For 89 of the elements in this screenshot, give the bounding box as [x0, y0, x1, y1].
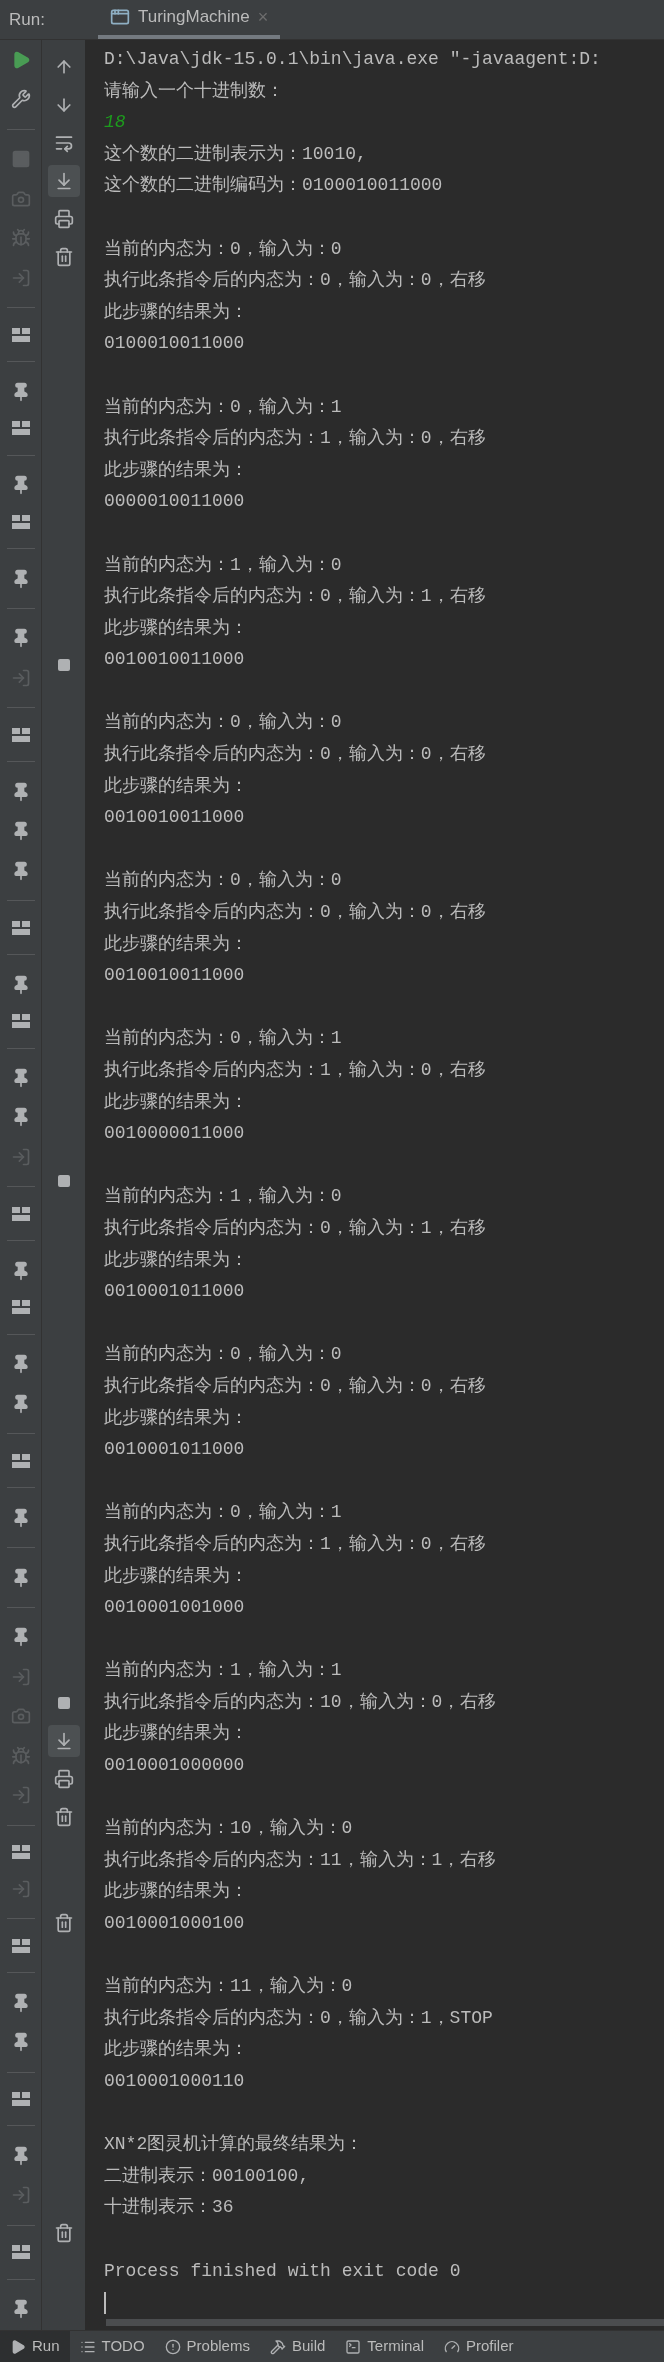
console-line: 0010010011000 [104, 964, 246, 988]
console-line: 当前的内态为：1，输入为：0 [104, 1185, 343, 1209]
console-line: XN*2图灵机计算的最终结果为： [104, 2133, 365, 2157]
console-line: 当前的内态为：0，输入为：0 [104, 711, 343, 735]
layout-icon[interactable] [11, 514, 30, 529]
console-line: 0100010011000 [104, 332, 246, 356]
console-line: 0010001000000 [104, 1754, 246, 1778]
console-line: 当前的内态为：1，输入为：1 [104, 1659, 343, 1683]
hammer-icon [269, 2338, 286, 2355]
layout-icon[interactable] [11, 1300, 30, 1315]
gauge-icon [444, 2338, 460, 2355]
tool-window-tab[interactable]: TODO [69, 2331, 155, 2362]
console-line: Process finished with exit code 0 [104, 2259, 462, 2283]
console-line: 此步骤的结果为： [104, 1406, 249, 1430]
layout-icon[interactable] [11, 1453, 30, 1468]
console-line: 当前的内态为：0，输入为：1 [104, 395, 343, 419]
console-line: 执行此条指令后的内态为：10，输入为：0，右移 [104, 1690, 498, 1714]
console-line: 此步骤的结果为： [104, 2038, 249, 2062]
console-line: 当前的内态为：11，输入为：0 [104, 1975, 354, 1999]
console-line: 执行此条指令后的内态为：0，输入为：0，右移 [104, 269, 487, 293]
console-line: 执行此条指令后的内态为：0，输入为：0，右移 [104, 1374, 487, 1398]
tool-window-tab[interactable]: Run [0, 2331, 70, 2362]
console-line: 这个数的二进制编码为：0100010011000 [104, 174, 444, 198]
console-line: 当前的内态为：0，输入为：0 [104, 237, 343, 261]
console-line: 0010001000100 [104, 1912, 246, 1936]
run-label: Run: [8, 8, 46, 31]
console-line: 0010010011000 [104, 806, 246, 830]
console-line: 执行此条指令后的内态为：0，输入为：1，STOP [104, 2006, 494, 2030]
console-line: 这个数的二进制表示为：10010, [104, 142, 368, 166]
console-line: 执行此条指令后的内态为：1，输入为：0，右移 [104, 1532, 487, 1556]
tool-window-tab[interactable]: Build [259, 2331, 336, 2362]
typed-number: 18 [104, 111, 127, 135]
console-line: 此步骤的结果为： [104, 1880, 249, 1904]
console-line: 0000010011000 [104, 490, 246, 514]
tool-window-tab[interactable]: Terminal [335, 2331, 434, 2362]
run-icon [10, 2338, 26, 2355]
text-cursor [104, 2291, 106, 2314]
layout-icon[interactable] [11, 421, 30, 436]
layout-icon[interactable] [11, 727, 30, 742]
console-line: 0010001011000 [104, 1280, 246, 1304]
console-line: 执行此条指令后的内态为：1，输入为：0，右移 [104, 1059, 487, 1082]
console-line: 此步骤的结果为： [104, 1564, 249, 1588]
scroll-to-end-icon[interactable] [47, 165, 80, 197]
turing-machine-tab[interactable]: TuringMachine × [97, 0, 281, 39]
console-line: 十进制表示：36 [104, 2196, 235, 2220]
console-line: 0010010011000 [104, 648, 246, 672]
console-line: 当前的内态为：10，输入为：0 [104, 1817, 354, 1841]
scroll-to-end-icon[interactable] [47, 1725, 80, 1757]
console-line: 当前的内态为：0，输入为：0 [104, 1343, 343, 1367]
console-line: 此步骤的结果为： [104, 458, 249, 482]
tool-window-tab[interactable]: Profiler [434, 2331, 524, 2362]
horizontal-scrollbar[interactable] [106, 2318, 664, 2326]
tool-window-tab[interactable]: Problems [154, 2331, 260, 2362]
console-line: 执行此条指令后的内态为：0，输入为：0，右移 [104, 901, 487, 925]
console-line: 0010001000110 [104, 2070, 246, 2093]
console-line: 此步骤的结果为： [104, 774, 249, 798]
console-line: 执行此条指令后的内态为：0，输入为：0，右移 [104, 743, 487, 767]
layout-icon[interactable] [11, 1938, 30, 1953]
console-line: 此步骤的结果为： [104, 1722, 249, 1746]
console-line: 0010000011000 [104, 1122, 246, 1146]
layout-icon[interactable] [11, 2245, 30, 2260]
console-line: 执行此条指令后的内态为：1，输入为：0，右移 [104, 427, 487, 451]
console-line: 此步骤的结果为： [104, 1248, 249, 1272]
console-line: 0010001011000 [104, 1438, 246, 1462]
window-icon [109, 7, 130, 27]
console-line: 执行此条指令后的内态为：0，输入为：1，右移 [104, 1216, 487, 1240]
wrench-icon[interactable] [10, 89, 31, 110]
console-line: 当前的内态为：0，输入为：0 [104, 869, 343, 893]
console-line: 0010001001000 [104, 1596, 246, 1620]
console-line: D:\Java\jdk-15.0.1\bin\java.exe "-javaagent:D: [104, 48, 602, 71]
console-line: 二进制表示：00100100, [104, 2164, 311, 2188]
layout-icon[interactable] [11, 2092, 30, 2106]
console-line: 执行此条指令后的内态为：11，输入为：1，右移 [104, 1848, 498, 1872]
console-line: 当前的内态为：0，输入为：1 [104, 1027, 343, 1051]
console-line: 此步骤的结果为： [104, 616, 249, 640]
alert-icon [164, 2338, 181, 2355]
layout-icon[interactable] [11, 920, 30, 935]
console-line: 请输入一个十进制数： [104, 79, 285, 103]
console-line: 此步骤的结果为： [104, 1090, 249, 1114]
layout-icon[interactable] [11, 1206, 30, 1221]
layout-icon[interactable] [11, 1014, 30, 1029]
console-line: 当前的内态为：0，输入为：1 [104, 1501, 343, 1525]
console-line: 此步骤的结果为： [104, 932, 249, 956]
terminal-icon [345, 2338, 362, 2355]
console-line: 此步骤的结果为： [104, 300, 249, 324]
layout-icon[interactable] [11, 327, 30, 342]
layout-icon[interactable] [11, 1845, 30, 1860]
console-line: 当前的内态为：1，输入为：0 [104, 553, 343, 577]
console-line: 执行此条指令后的内态为：0，输入为：1，右移 [104, 585, 487, 609]
